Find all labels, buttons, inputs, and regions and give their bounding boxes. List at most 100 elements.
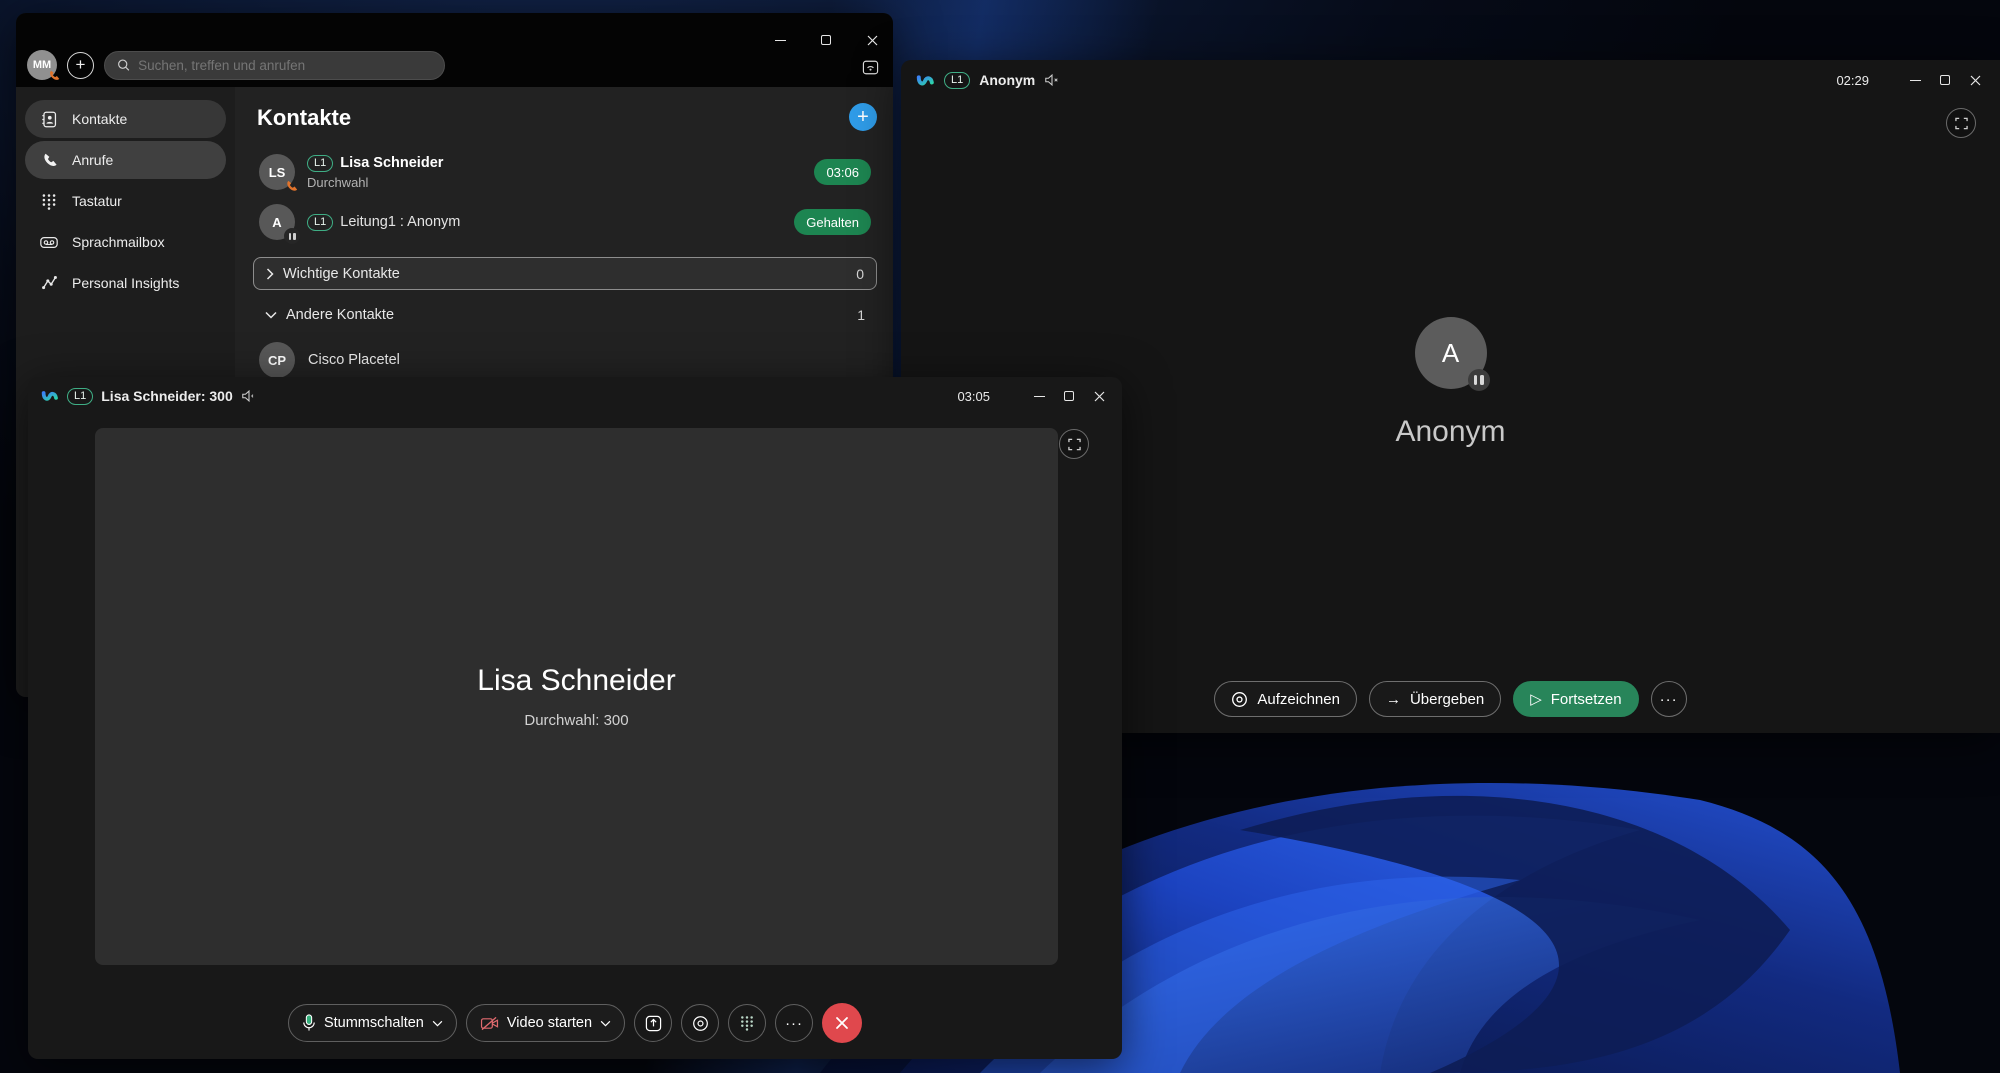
user-avatar[interactable]: MM xyxy=(27,50,60,80)
contact-subtitle: Durchwahl xyxy=(307,174,369,190)
more-icon: ··· xyxy=(1659,690,1678,708)
connect-to-device-button[interactable] xyxy=(862,60,879,75)
call-held-badge: Gehalten xyxy=(794,209,871,235)
play-icon: ▷ xyxy=(1530,690,1542,708)
resume-button[interactable]: ▷ Fortsetzen xyxy=(1513,681,1639,717)
remote-party-number: Durchwahl: 300 xyxy=(524,712,629,729)
call-timer: 03:05 xyxy=(957,388,990,404)
app-hub-row: MM + xyxy=(27,50,445,80)
search-bar[interactable] xyxy=(104,50,445,80)
call-window-titlebar: L1 Anonym 02:29 xyxy=(901,60,2000,100)
on-call-phone-icon xyxy=(287,180,298,191)
close-button[interactable] xyxy=(1084,383,1114,409)
avatar: CP xyxy=(259,342,295,378)
button-label: Übergeben xyxy=(1409,690,1485,708)
fullscreen-icon xyxy=(1067,438,1081,450)
record-button[interactable]: Aufzeichnen xyxy=(1214,681,1357,717)
call-info: L1 Leitung1 : Anonym xyxy=(307,213,794,231)
main-window-controls xyxy=(765,27,887,53)
sidebar-item-anrufe[interactable]: Anrufe xyxy=(25,141,226,179)
minimize-button[interactable] xyxy=(1024,383,1054,409)
sidebar-item-sprachmailbox[interactable]: Sprachmailbox xyxy=(25,223,226,261)
more-icon: ··· xyxy=(785,1014,804,1032)
more-options-button[interactable]: ··· xyxy=(1650,681,1687,717)
minimize-icon xyxy=(774,39,786,41)
sidebar-item-label: Personal Insights xyxy=(72,275,180,291)
webex-logo xyxy=(916,74,934,85)
record-button[interactable] xyxy=(681,1004,720,1042)
record-icon xyxy=(1232,691,1248,707)
main-window-titlebar: MM + xyxy=(16,13,893,87)
avatar-initials: CP xyxy=(267,352,287,368)
button-label: Aufzeichnen xyxy=(1257,690,1340,708)
keypad-button[interactable] xyxy=(728,1004,767,1042)
share-screen-button[interactable] xyxy=(634,1004,673,1042)
call-info: L1 Lisa Schneider Durchwahl xyxy=(307,154,814,190)
transfer-button[interactable]: → Übergeben xyxy=(1368,681,1502,717)
call-row-lisa-schneider[interactable]: LS L1 Lisa Schneider Durchwahl 03:06 xyxy=(253,147,879,197)
add-contact-button[interactable]: + xyxy=(849,103,877,131)
close-button[interactable] xyxy=(857,27,887,53)
window-title: Anonym xyxy=(979,72,1036,88)
group-label: Wichtige Kontakte xyxy=(283,265,400,282)
contact-name: Lisa Schneider xyxy=(340,155,444,171)
share-icon xyxy=(645,1015,661,1031)
maximize-icon xyxy=(821,35,831,45)
group-count: 0 xyxy=(856,265,864,282)
minimize-button[interactable] xyxy=(1900,67,1930,93)
group-label: Andere Kontakte xyxy=(286,307,395,323)
desktop: MM + Kontakte xyxy=(0,0,2000,1073)
search-icon xyxy=(118,59,130,71)
voicemail-icon xyxy=(39,236,59,249)
sidebar-item-personal-insights[interactable]: Personal Insights xyxy=(25,264,226,302)
call-timer-badge: 03:06 xyxy=(814,159,871,185)
on-call-phone-icon xyxy=(50,70,60,80)
line-badge: L1 xyxy=(307,213,334,231)
mute-button[interactable]: Stummschalten xyxy=(287,1004,457,1042)
device-icon xyxy=(862,60,879,75)
expand-view-button[interactable] xyxy=(1059,429,1089,459)
group-wichtige-kontakte[interactable]: Wichtige Kontakte 0 xyxy=(253,257,877,290)
call-window-titlebar: L1 Lisa Schneider: 300 03:05 xyxy=(28,377,1122,415)
record-icon xyxy=(692,1015,708,1031)
webex-logo xyxy=(41,391,58,401)
participant-name: Anonym xyxy=(1395,415,1506,448)
avatar-initials: A xyxy=(1441,337,1460,368)
contacts-icon xyxy=(39,111,59,128)
sidebar-item-label: Tastatur xyxy=(72,193,122,209)
expand-view-button[interactable] xyxy=(1946,108,1976,138)
button-label: Fortsetzen xyxy=(1550,690,1622,708)
window-controls xyxy=(1900,67,1990,93)
minimize-button[interactable] xyxy=(765,27,795,53)
line-badge: L1 xyxy=(307,154,334,172)
sidebar-item-label: Kontakte xyxy=(72,111,128,127)
arrow-right-icon: → xyxy=(1385,690,1401,708)
close-icon xyxy=(1094,391,1104,401)
speaker-icon xyxy=(242,389,254,403)
sidebar-item-kontakte[interactable]: Kontakte xyxy=(25,100,226,138)
group-andere-kontakte[interactable]: Andere Kontakte 1 xyxy=(253,302,877,328)
call-timer: 02:29 xyxy=(1836,72,1869,88)
window-title: Lisa Schneider: 300 xyxy=(101,388,233,404)
keypad-icon xyxy=(741,1016,753,1031)
hold-pause-icon xyxy=(1467,369,1490,391)
avatar-initials: LS xyxy=(268,164,286,180)
search-input[interactable] xyxy=(138,57,432,73)
maximize-button[interactable] xyxy=(1930,67,1960,93)
button-label: Stummschalten xyxy=(323,1015,424,1031)
close-button[interactable] xyxy=(1960,67,1990,93)
call-row-leitung1-anonym[interactable]: A L1 Leitung1 : Anonym Gehalten xyxy=(253,197,879,247)
maximize-button[interactable] xyxy=(1054,383,1084,409)
maximize-button[interactable] xyxy=(811,27,841,53)
microphone-icon xyxy=(303,1014,315,1031)
start-video-button[interactable]: Video starten xyxy=(465,1004,626,1042)
minimize-icon xyxy=(1909,79,1921,81)
end-call-button[interactable] xyxy=(822,1003,863,1043)
more-options-button[interactable]: ··· xyxy=(775,1004,814,1042)
contact-name: Cisco Placetel xyxy=(308,352,400,368)
keypad-icon xyxy=(39,193,59,210)
sidebar-item-tastatur[interactable]: Tastatur xyxy=(25,182,226,220)
close-icon xyxy=(1970,75,1980,85)
remote-party-name: Lisa Schneider xyxy=(477,664,676,697)
new-action-button[interactable]: + xyxy=(67,51,94,79)
